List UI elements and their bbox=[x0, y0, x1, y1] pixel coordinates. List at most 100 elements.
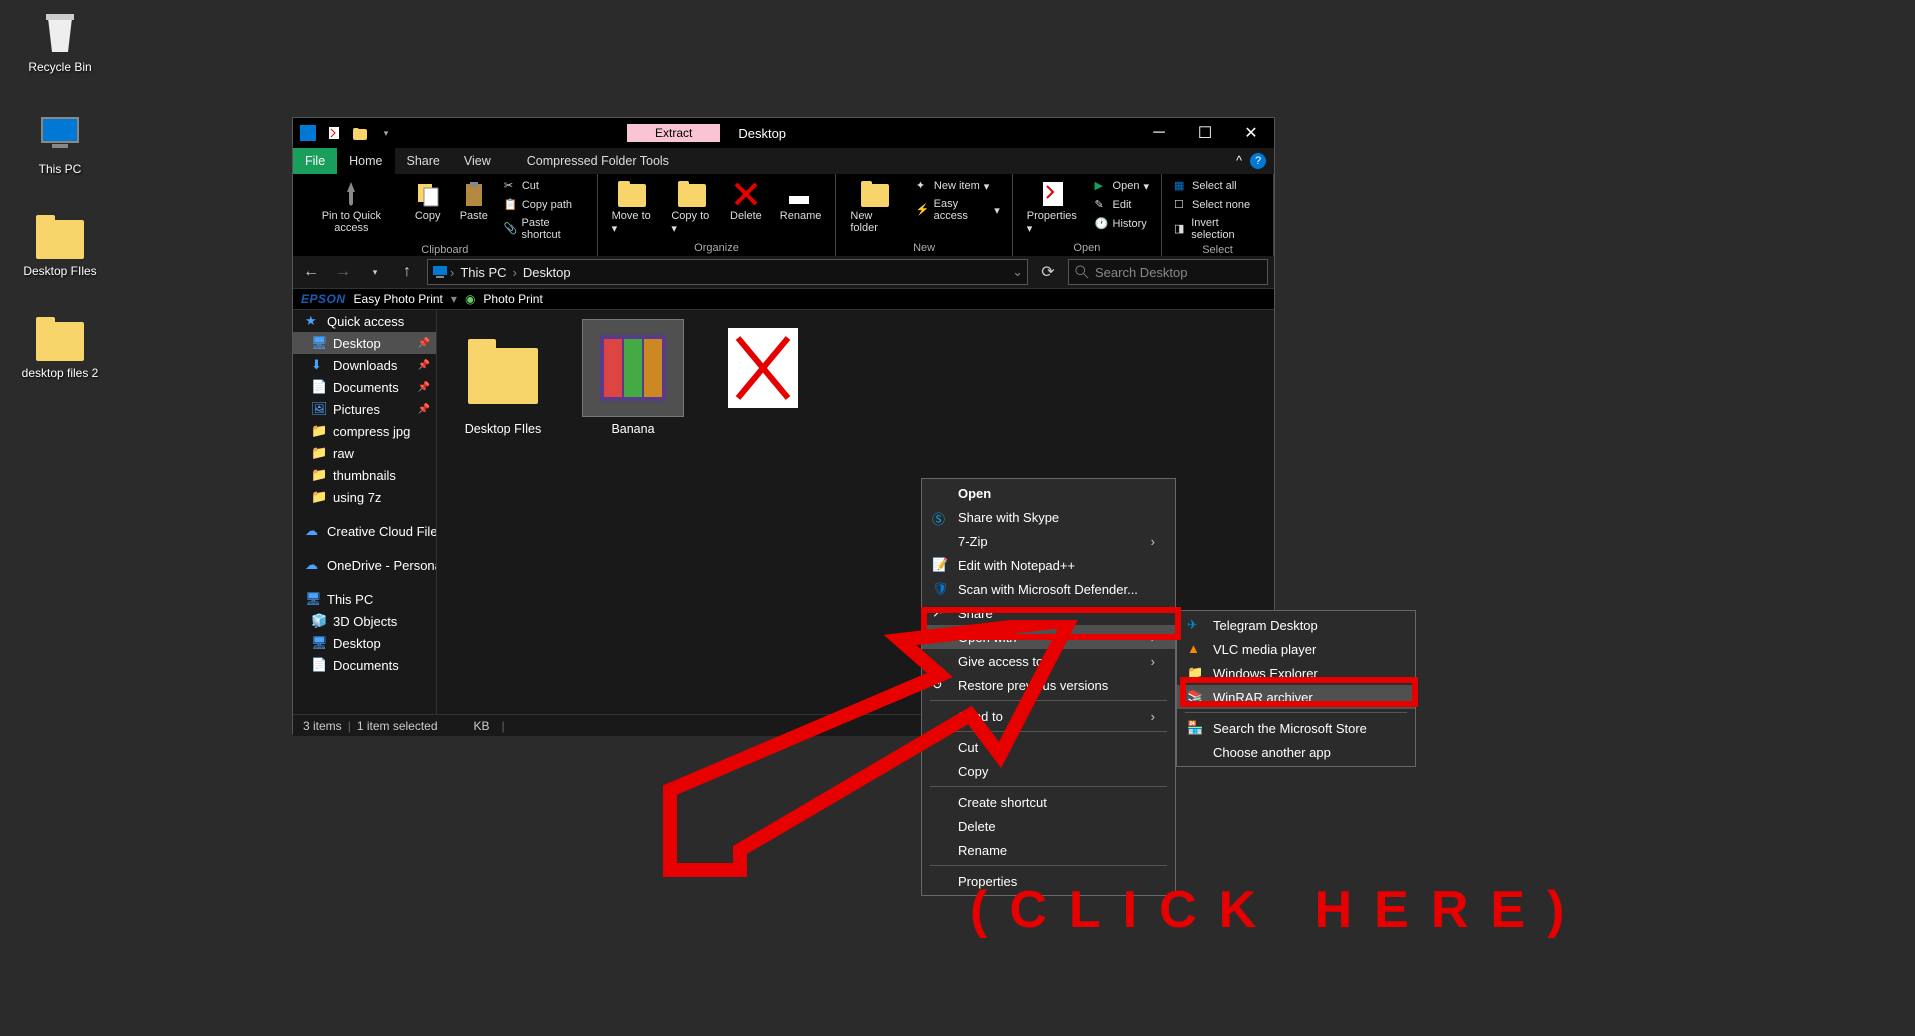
sidebar-item-documents[interactable]: 📄Documents bbox=[293, 654, 436, 676]
pin-quick-access-button[interactable]: Pin to Quick access bbox=[303, 178, 400, 236]
qat-folder[interactable] bbox=[349, 122, 371, 144]
tab-share[interactable]: Share bbox=[395, 148, 452, 174]
sidebar-item-downloads[interactable]: ⬇Downloads📌 bbox=[293, 354, 436, 376]
ctx-restore-previous-versions[interactable]: ↺Restore previous versions bbox=[922, 673, 1175, 697]
rename-button[interactable]: Rename bbox=[776, 178, 826, 224]
select-all-button[interactable]: ▦Select all bbox=[1172, 178, 1263, 194]
desktop-files-2-folder[interactable]: desktop files 2 bbox=[15, 314, 105, 380]
trash-icon bbox=[36, 8, 84, 56]
photo-print[interactable]: Photo Print bbox=[483, 292, 542, 306]
ctx-send-to[interactable]: Send to› bbox=[922, 704, 1175, 728]
new-folder-button[interactable]: New folder bbox=[846, 178, 904, 236]
forward-button[interactable]: → bbox=[331, 260, 355, 284]
copy-button[interactable]: Copy bbox=[410, 178, 446, 224]
address-dropdown[interactable]: ⌄ bbox=[1012, 264, 1023, 280]
sidebar-item-desktop[interactable]: 🖥Desktop📌 bbox=[293, 332, 436, 354]
cc-icon: ☁ bbox=[305, 523, 321, 539]
file-item-banana[interactable]: Banana bbox=[583, 320, 683, 436]
sidebar-item-creative-cloud-files[interactable]: ☁Creative Cloud Files bbox=[293, 520, 436, 542]
tab-home[interactable]: Home bbox=[337, 148, 394, 174]
paste-button[interactable]: Paste bbox=[456, 178, 492, 224]
recent-dropdown[interactable]: ▾ bbox=[363, 260, 387, 284]
invert-selection-button[interactable]: ◨Invert selection bbox=[1172, 216, 1263, 242]
pin-icon: 📌 bbox=[418, 338, 430, 349]
openwith-winrar-archiver[interactable]: 📚WinRAR archiver bbox=[1177, 685, 1415, 709]
pc-icon bbox=[432, 265, 450, 279]
sidebar-item-raw[interactable]: 📁raw bbox=[293, 442, 436, 464]
ctx-scan-with-microsoft-defender-[interactable]: 🛡Scan with Microsoft Defender... bbox=[922, 577, 1175, 601]
qat-dropdown[interactable]: ▾ bbox=[375, 122, 397, 144]
tab-file[interactable]: File bbox=[293, 148, 337, 174]
up-button[interactable]: ↑ bbox=[395, 260, 419, 284]
ctx-open-with[interactable]: Open with› bbox=[922, 625, 1175, 649]
easy-photo-print[interactable]: Easy Photo Print bbox=[354, 292, 443, 306]
history-button[interactable]: 🕐History bbox=[1093, 216, 1151, 232]
openwith-windows-explorer[interactable]: 📁Windows Explorer bbox=[1177, 661, 1415, 685]
back-button[interactable]: ← bbox=[299, 260, 323, 284]
app-icon[interactable] bbox=[297, 122, 319, 144]
help-button[interactable]: ? bbox=[1250, 153, 1266, 169]
ribbon-collapse[interactable]: ^ bbox=[1228, 154, 1250, 168]
cut-button[interactable]: ✂Cut bbox=[502, 178, 587, 194]
maximize-button[interactable]: ☐ bbox=[1182, 118, 1228, 148]
properties-button[interactable]: Properties ▾ bbox=[1023, 178, 1083, 237]
sidebar-item-compress-jpg[interactable]: 📁compress jpg bbox=[293, 420, 436, 442]
sidebar-item-pictures[interactable]: 🖼Pictures📌 bbox=[293, 398, 436, 420]
address-bar[interactable]: › This PC › Desktop ⌄ bbox=[427, 259, 1028, 285]
edit-button[interactable]: ✎Edit bbox=[1093, 197, 1151, 213]
sidebar-item-this-pc[interactable]: 🖥This PC bbox=[293, 588, 436, 610]
sidebar-item-documents[interactable]: 📄Documents📌 bbox=[293, 376, 436, 398]
file-item-desktop-files[interactable]: Desktop FIles bbox=[453, 320, 553, 436]
ctx-give-access-to[interactable]: Give access to› bbox=[922, 649, 1175, 673]
ctx-rename[interactable]: Rename bbox=[922, 838, 1175, 862]
tab-compressed-tools[interactable]: Compressed Folder Tools bbox=[515, 148, 681, 174]
openwith-vlc-media-player[interactable]: ▲VLC media player bbox=[1177, 637, 1415, 661]
copy-to-button[interactable]: Copy to ▾ bbox=[667, 178, 716, 237]
openwith-telegram-desktop[interactable]: ✈Telegram Desktop bbox=[1177, 613, 1415, 637]
ctx-create-shortcut[interactable]: Create shortcut bbox=[922, 790, 1175, 814]
ctx-cut[interactable]: Cut bbox=[922, 735, 1175, 759]
open-button[interactable]: ▶Open ▾ bbox=[1093, 178, 1151, 194]
rename-icon bbox=[787, 180, 815, 208]
easy-access-button[interactable]: ⚡Easy access ▾ bbox=[914, 197, 1002, 223]
sidebar-item-onedrive---personal[interactable]: ☁OneDrive - Personal bbox=[293, 554, 436, 576]
navigation-sidebar: ★Quick access🖥Desktop📌⬇Downloads📌📄Docume… bbox=[293, 310, 437, 714]
context-menu: OpenⓈShare with Skype7-Zip›📝Edit with No… bbox=[921, 478, 1176, 896]
pin-icon: 📌 bbox=[418, 360, 430, 371]
openwith-search-the-microsoft-store[interactable]: 🏪Search the Microsoft Store bbox=[1177, 716, 1415, 740]
context-tab-extract[interactable]: Extract bbox=[627, 124, 720, 142]
select-none-button[interactable]: ☐Select none bbox=[1172, 197, 1263, 213]
tab-view[interactable]: View bbox=[452, 148, 503, 174]
desktop-files-folder[interactable]: Desktop FIles bbox=[15, 212, 105, 278]
paste-shortcut-button[interactable]: 📎Paste shortcut bbox=[502, 216, 587, 242]
ctx-7-zip[interactable]: 7-Zip› bbox=[922, 529, 1175, 553]
delete-button[interactable]: Delete bbox=[726, 178, 766, 224]
sidebar-item-thumbnails[interactable]: 📁thumbnails bbox=[293, 464, 436, 486]
ctx-share[interactable]: ↗Share bbox=[922, 601, 1175, 625]
blank-icon bbox=[932, 873, 948, 889]
ctx-copy[interactable]: Copy bbox=[922, 759, 1175, 783]
ribbon: Pin to Quick access Copy Paste ✂Cut 📋Cop… bbox=[293, 174, 1274, 256]
this-pc-icon[interactable]: This PC bbox=[15, 110, 105, 176]
qat-properties[interactable] bbox=[323, 122, 345, 144]
ctx-edit-with-notepad-[interactable]: 📝Edit with Notepad++ bbox=[922, 553, 1175, 577]
sidebar-item-quick-access[interactable]: ★Quick access bbox=[293, 310, 436, 332]
new-item-button[interactable]: ✦New item ▾ bbox=[914, 178, 1002, 194]
close-button[interactable]: ✕ bbox=[1228, 118, 1274, 148]
ctx-delete[interactable]: Delete bbox=[922, 814, 1175, 838]
minimize-button[interactable]: ─ bbox=[1136, 118, 1182, 148]
ctx-open[interactable]: Open bbox=[922, 481, 1175, 505]
refresh-button[interactable]: ⟳ bbox=[1036, 260, 1060, 284]
move-to-button[interactable]: Move to ▾ bbox=[608, 178, 658, 237]
search-box[interactable]: Search Desktop bbox=[1068, 259, 1268, 285]
sidebar-item-3d-objects[interactable]: 🧊3D Objects bbox=[293, 610, 436, 632]
ctx-share-with-skype[interactable]: ⓈShare with Skype bbox=[922, 505, 1175, 529]
recycle-bin-icon[interactable]: Recycle Bin bbox=[15, 8, 105, 74]
sidebar-item-using-7z[interactable]: 📁using 7z bbox=[293, 486, 436, 508]
file-item-untitled[interactable] bbox=[713, 320, 813, 422]
copy-path-button[interactable]: 📋Copy path bbox=[502, 197, 587, 213]
sidebar-item-desktop[interactable]: 🖥Desktop bbox=[293, 632, 436, 654]
breadcrumb-this-pc[interactable]: This PC bbox=[454, 265, 512, 280]
breadcrumb-desktop[interactable]: Desktop bbox=[517, 265, 577, 280]
openwith-choose-another-app[interactable]: Choose another app bbox=[1177, 740, 1415, 764]
